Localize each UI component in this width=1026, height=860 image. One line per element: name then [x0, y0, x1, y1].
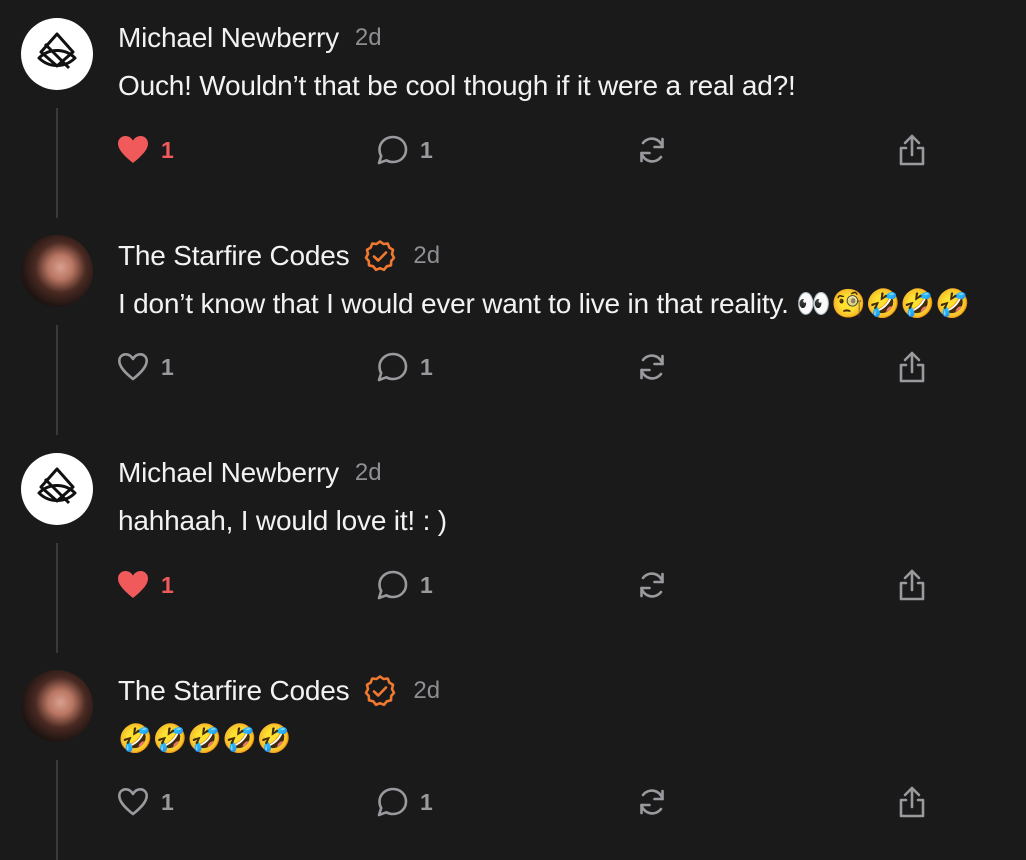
heart-outline-icon — [118, 353, 148, 381]
heart-filled-icon — [118, 136, 148, 163]
speech-bubble-icon — [377, 135, 408, 165]
verified-badge-icon — [363, 674, 397, 708]
logo-icon — [37, 467, 77, 505]
comment-header: The Starfire Codes 2d — [118, 674, 440, 708]
avatar[interactable] — [21, 670, 93, 742]
comment-header: The Starfire Codes 2d — [118, 239, 440, 273]
repost-button[interactable] — [636, 130, 668, 170]
comment-text: hahhaah, I would love it! : ) — [118, 505, 447, 536]
speech-bubble-icon — [377, 352, 408, 382]
reply-button[interactable]: 1 — [376, 130, 433, 170]
reply-button[interactable]: 1 — [376, 565, 433, 605]
action-bar: 1 1 — [0, 347, 1026, 387]
reply-count: 1 — [420, 136, 433, 163]
repost-icon — [640, 354, 664, 380]
action-bar: 1 1 — [0, 130, 1026, 170]
reply-count: 1 — [420, 788, 433, 815]
like-button[interactable]: 1 — [117, 130, 174, 170]
like-count: 1 — [161, 353, 174, 380]
heart-outline-icon — [118, 788, 148, 816]
comment-item: Michael Newberry 2d hahhaah, I would lov… — [0, 435, 1026, 653]
logo-icon — [37, 32, 77, 70]
repost-button[interactable] — [636, 782, 668, 822]
share-button[interactable] — [896, 565, 928, 605]
comment-header: Michael Newberry 2d — [118, 457, 382, 489]
comment-text: I don’t know that I would ever want to l… — [118, 288, 970, 319]
author-name[interactable]: Michael Newberry — [118, 22, 339, 54]
repost-icon — [640, 137, 664, 163]
like-count: 1 — [161, 136, 174, 163]
verified-badge-icon — [363, 239, 397, 273]
repost-button[interactable] — [636, 565, 668, 605]
share-icon — [899, 569, 925, 601]
comment-text: 🤣🤣🤣🤣🤣 — [118, 723, 292, 754]
speech-bubble-icon — [377, 787, 408, 817]
author-name[interactable]: The Starfire Codes — [118, 675, 350, 707]
share-icon — [899, 786, 925, 818]
reply-button[interactable]: 1 — [376, 782, 433, 822]
heart-filled-icon — [118, 571, 148, 598]
avatar[interactable] — [21, 453, 93, 525]
timestamp[interactable]: 2d — [413, 242, 440, 270]
comment-text: Ouch! Wouldn’t that be cool though if it… — [118, 70, 796, 101]
reply-button[interactable]: 1 — [376, 347, 433, 387]
timestamp[interactable]: 2d — [355, 24, 382, 52]
repost-icon — [640, 789, 664, 815]
avatar[interactable] — [21, 235, 93, 307]
share-button[interactable] — [896, 347, 928, 387]
avatar[interactable] — [21, 18, 93, 90]
comment-thread: Michael Newberry 2d Ouch! Wouldn’t that … — [0, 0, 1026, 860]
speech-bubble-icon — [377, 570, 408, 600]
author-name[interactable]: Michael Newberry — [118, 457, 339, 489]
author-name[interactable]: The Starfire Codes — [118, 240, 350, 272]
like-count: 1 — [161, 571, 174, 598]
like-button[interactable]: 1 — [117, 565, 174, 605]
like-button[interactable]: 1 — [117, 347, 174, 387]
action-bar: 1 1 — [0, 782, 1026, 822]
share-button[interactable] — [896, 130, 928, 170]
repost-icon — [640, 572, 664, 598]
like-count: 1 — [161, 788, 174, 815]
share-icon — [899, 351, 925, 383]
action-bar: 1 1 — [0, 565, 1026, 605]
reply-count: 1 — [420, 353, 433, 380]
timestamp[interactable]: 2d — [355, 459, 382, 487]
comment-item: The Starfire Codes 2d I don’t know that … — [0, 217, 1026, 435]
reply-count: 1 — [420, 571, 433, 598]
share-button[interactable] — [896, 782, 928, 822]
comment-item: Michael Newberry 2d Ouch! Wouldn’t that … — [0, 0, 1026, 218]
like-button[interactable]: 1 — [117, 782, 174, 822]
repost-button[interactable] — [636, 347, 668, 387]
comment-item: The Starfire Codes 2d 🤣🤣🤣🤣🤣 1 1 — [0, 652, 1026, 860]
comment-header: Michael Newberry 2d — [118, 22, 382, 54]
share-icon — [899, 134, 925, 166]
timestamp[interactable]: 2d — [413, 677, 440, 705]
